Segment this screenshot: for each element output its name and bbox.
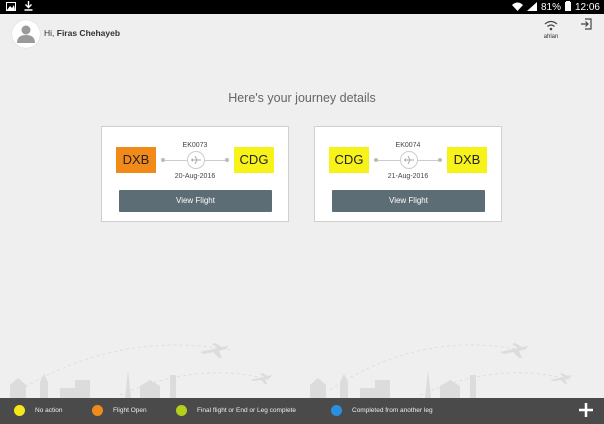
greeting: Hi, Firas Chehayeb [44, 28, 120, 38]
view-flight-button[interactable]: View Flight [332, 190, 485, 212]
legend-label: Final flight or End or Leg complete [197, 407, 296, 414]
destination-airport: DXB [447, 147, 487, 173]
route-dot [374, 158, 378, 162]
legend-dot [14, 405, 25, 416]
status-bar: 81% 12:06 [0, 0, 604, 14]
legend-label: Flight Open [113, 407, 147, 414]
wifi-status-icon [511, 2, 523, 15]
battery-icon [564, 1, 571, 15]
clock: 12:06 [574, 2, 600, 13]
destination-airport: CDG [234, 147, 274, 173]
airplane-icon [187, 151, 205, 169]
download-icon [24, 1, 33, 14]
user-icon [17, 25, 35, 43]
journey-card[interactable]: CDG EK0074 21-Aug-2016 DXB View Flight [314, 126, 502, 222]
avatar[interactable] [12, 20, 40, 48]
signal-icon [526, 1, 537, 15]
flight-date: 21-Aug-2016 [387, 173, 429, 180]
legend-item: Completed from another leg [331, 405, 433, 416]
wifi-label: ahlan [543, 34, 559, 40]
user-name: Firas Chehayeb [56, 28, 121, 38]
route-dot [161, 158, 165, 162]
flight-date: 20-Aug-2016 [174, 173, 216, 180]
add-icon[interactable] [578, 402, 594, 421]
logout-icon [581, 18, 592, 30]
legend-item: Final flight or End or Leg complete [176, 405, 296, 416]
page-title: Here's your journey details [228, 91, 376, 105]
origin-airport: CDG [329, 147, 369, 173]
legend-item: Flight Open [92, 405, 147, 416]
legend-item: No action [14, 405, 62, 416]
battery-percent: 81% [540, 2, 561, 13]
route-dot [225, 158, 229, 162]
origin-airport: DXB [116, 147, 156, 173]
legend-label: No action [35, 407, 63, 414]
app-header: Hi, Firas Chehayeb ahlan [0, 14, 604, 54]
status-legend-bar: No action Flight Open Final flight or En… [0, 398, 604, 424]
greeting-prefix: Hi, [44, 28, 57, 38]
journey-card[interactable]: DXB EK0073 20-Aug-2016 CDG View Flight [101, 126, 289, 222]
view-flight-button[interactable]: View Flight [119, 190, 272, 212]
wifi-button[interactable]: ahlan [540, 18, 562, 40]
logout-button[interactable] [580, 17, 592, 35]
gallery-icon [6, 1, 16, 14]
legend-dot [92, 405, 103, 416]
airplane-icon [400, 151, 418, 169]
legend-label: Completed from another leg [352, 407, 433, 414]
route-dot [438, 158, 442, 162]
wifi-icon [544, 20, 558, 31]
legend-dot [176, 405, 187, 416]
skyline-illustration [10, 343, 572, 398]
legend-dot [331, 405, 342, 416]
